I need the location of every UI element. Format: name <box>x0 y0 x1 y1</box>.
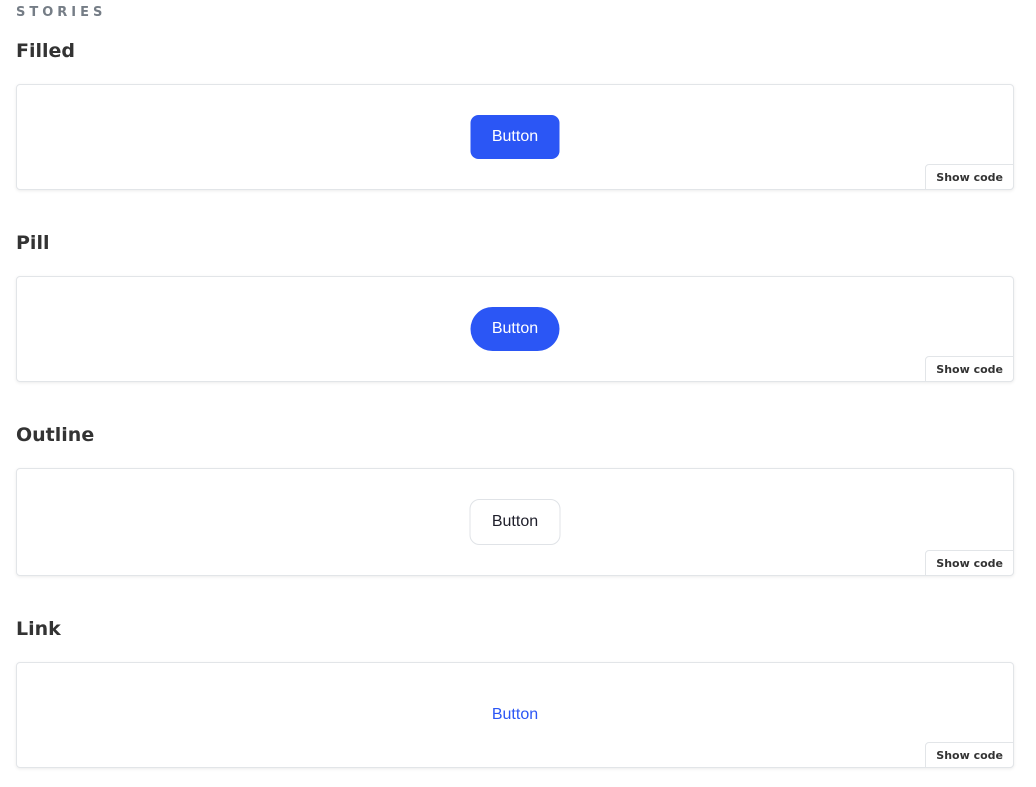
show-code-button-pill[interactable]: Show code <box>925 356 1014 382</box>
show-code-button-link[interactable]: Show code <box>925 742 1014 768</box>
story-title-filled: Filled <box>16 40 76 62</box>
story-title-outline: Outline <box>16 424 95 446</box>
story-preview-link: Button Show code <box>16 662 1014 768</box>
story-preview-outline: Button Show code <box>16 468 1014 576</box>
show-code-button-filled[interactable]: Show code <box>925 164 1014 190</box>
pill-button[interactable]: Button <box>470 307 560 351</box>
story-title-pill: Pill <box>16 232 50 254</box>
link-button[interactable]: Button <box>471 693 560 737</box>
filled-button[interactable]: Button <box>470 115 560 159</box>
story-title-link: Link <box>16 618 61 640</box>
show-code-button-outline[interactable]: Show code <box>925 550 1014 576</box>
section-heading: STORIES <box>16 5 107 20</box>
stories-page: STORIES Filled Button Show code Pill But… <box>0 0 1036 787</box>
outline-button[interactable]: Button <box>469 499 561 545</box>
story-preview-filled: Button Show code <box>16 84 1014 190</box>
story-preview-pill: Button Show code <box>16 276 1014 382</box>
